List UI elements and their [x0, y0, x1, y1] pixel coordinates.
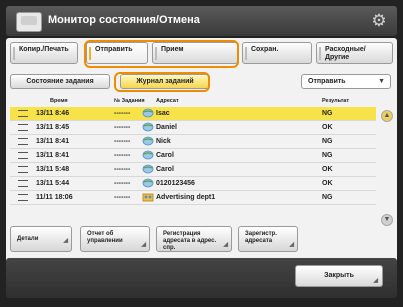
table-row[interactable]: 13/11 8:45 ------- Daniel OK — [10, 121, 376, 135]
row-time: 13/11 5:44 — [36, 180, 70, 187]
row-dest: Advertising dept1 — [156, 194, 216, 201]
register-in-address-book-label: Регистрация адресата в адрес. спр. — [163, 231, 217, 251]
tab-consumables[interactable]: Расходные/ Другие — [316, 42, 393, 64]
table-row[interactable]: 13/11 8:46 ------- Isac NG — [10, 107, 376, 121]
close-label: Закрыть — [324, 272, 354, 279]
row-job: ------- — [114, 194, 131, 201]
col-job: № Задания — [114, 98, 145, 104]
tab-indicator — [319, 47, 321, 60]
gear-icon[interactable]: ⚙ — [369, 11, 389, 31]
row-dest: 0120123456 — [156, 180, 195, 187]
footer-bar: Закрыть ◢ — [6, 258, 397, 298]
chevron-down-icon: ▼ — [378, 78, 385, 85]
globe-icon — [142, 178, 154, 188]
document-icon — [18, 180, 28, 187]
caret-icon: ◢ — [289, 242, 294, 248]
table-row[interactable]: 13/11 8:41 ------- Carol NG — [10, 149, 376, 163]
col-time: Время — [50, 98, 68, 104]
management-report-label: Отчет об управлении — [87, 231, 123, 244]
register-destination-button[interactable]: Зарегистр. адресата ◢ — [238, 226, 298, 252]
tab-label: Сохран. — [251, 46, 279, 53]
tab-indicator — [245, 47, 247, 60]
details-button[interactable]: Детали ◢ — [10, 226, 72, 252]
tab-label: Расходные/ Другие — [325, 46, 366, 61]
row-result: NG — [322, 152, 333, 159]
tab-indicator — [13, 47, 15, 60]
title-bar: Монитор состояния/Отмена ⚙ — [6, 6, 397, 36]
row-result: NG — [322, 194, 333, 201]
table-row[interactable]: 13/11 5:44 ------- 0120123456 OK — [10, 177, 376, 191]
globe-icon — [142, 122, 154, 132]
row-result: OK — [322, 124, 333, 131]
row-time: 13/11 5:48 — [36, 166, 70, 173]
row-job: ------- — [114, 138, 131, 145]
group-icon — [142, 192, 154, 202]
row-job: ------- — [114, 166, 131, 173]
table-row[interactable]: 11/11 18:06 ------- Advertising dept1 NG — [10, 191, 376, 205]
document-icon — [18, 194, 28, 201]
row-result: OK — [322, 180, 333, 187]
row-result: NG — [322, 110, 333, 117]
table-row[interactable]: 13/11 8:41 ------- Nick NG — [10, 135, 376, 149]
register-in-address-book-button[interactable]: Регистрация адресата в адрес. спр. ◢ — [156, 226, 232, 252]
document-icon — [18, 110, 28, 117]
management-report-button[interactable]: Отчет об управлении ◢ — [80, 226, 150, 252]
tab-copy-print[interactable]: Копир./Печать — [10, 42, 78, 64]
window-title: Монитор состояния/Отмена — [48, 14, 200, 26]
row-dest: Isac — [156, 110, 170, 117]
app-frame: Монитор состояния/Отмена ⚙ Копир./Печать… — [0, 0, 403, 307]
log-highlight — [114, 72, 210, 92]
tab-store[interactable]: Сохран. — [242, 42, 312, 64]
row-result: NG — [322, 138, 333, 145]
monitor-icon — [16, 12, 42, 32]
row-time: 13/11 8:41 — [36, 152, 70, 159]
col-dest: Адресат — [156, 98, 179, 104]
row-dest: Nick — [156, 138, 171, 145]
filter-value: Отправить — [308, 78, 346, 85]
globe-icon — [142, 108, 154, 118]
col-result: Результат — [322, 98, 350, 104]
close-button[interactable]: Закрыть ◢ — [295, 265, 383, 287]
caret-icon: ◢ — [373, 278, 378, 284]
globe-icon — [142, 150, 154, 160]
row-dest: Carol — [156, 152, 174, 159]
row-job: ------- — [114, 124, 131, 131]
scroll-up-button[interactable]: ▲ — [381, 110, 393, 122]
table-row[interactable]: 13/11 5:48 ------- Carol OK — [10, 163, 376, 177]
globe-icon — [142, 136, 154, 146]
row-dest: Carol — [156, 166, 174, 173]
tab-label: Копир./Печать — [19, 46, 69, 53]
row-time: 11/11 18:06 — [36, 194, 73, 201]
caret-icon: ◢ — [141, 242, 146, 248]
scroll-down-button[interactable]: ▼ — [381, 214, 393, 226]
filter-select[interactable]: Отправить ▼ — [301, 74, 391, 89]
row-job: ------- — [114, 110, 131, 117]
tab-highlight — [84, 40, 239, 68]
document-icon — [18, 166, 28, 173]
action-bar: Детали ◢ Отчет об управлении ◢ Регистрац… — [10, 226, 393, 252]
register-destination-label: Зарегистр. адресата — [245, 231, 277, 244]
caret-icon: ◢ — [63, 238, 68, 244]
globe-icon — [142, 164, 154, 174]
row-job: ------- — [114, 180, 131, 187]
document-icon — [18, 152, 28, 159]
document-icon — [18, 124, 28, 131]
caret-icon: ◢ — [223, 242, 228, 248]
table-header: Время № Задания Адресат Результат — [10, 96, 393, 106]
row-job: ------- — [114, 152, 131, 159]
row-dest: Daniel — [156, 124, 178, 131]
row-time: 13/11 8:46 — [36, 110, 70, 117]
row-time: 13/11 8:45 — [36, 124, 70, 131]
details-label: Детали — [17, 236, 39, 242]
row-time: 13/11 8:41 — [36, 138, 70, 145]
row-result: OK — [322, 166, 333, 173]
document-icon — [18, 138, 28, 145]
job-status-button[interactable]: Состояние задания — [10, 74, 110, 89]
